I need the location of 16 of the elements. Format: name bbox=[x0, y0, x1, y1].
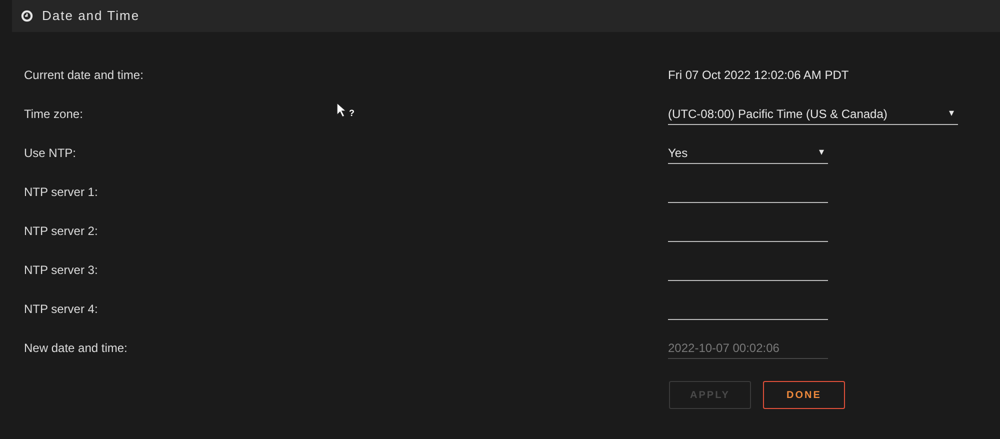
field-label: Use NTP: bbox=[24, 146, 76, 160]
pointer-icon bbox=[336, 102, 347, 118]
help-mark: ? bbox=[349, 109, 354, 118]
field-label: New date and time: bbox=[24, 341, 128, 355]
done-button[interactable]: DONE bbox=[763, 381, 845, 409]
section-title: Date and Time bbox=[42, 7, 140, 26]
dropdown[interactable]: Yes ▾ bbox=[668, 142, 828, 164]
field-label: Current date and time: bbox=[24, 68, 144, 82]
field-label: NTP server 2: bbox=[24, 224, 98, 238]
clock-icon bbox=[21, 10, 33, 22]
field-label: NTP server 3: bbox=[24, 263, 98, 277]
current-date-time: Fri 07 Oct 2022 12:02:06 AM PDT bbox=[668, 67, 849, 84]
field-label: NTP server 1: bbox=[24, 185, 98, 199]
field-label: NTP server 4: bbox=[24, 302, 98, 316]
dropdown[interactable]: (UTC-08:00) Pacific Time (US & Canada) ▾ bbox=[668, 103, 958, 125]
field-label: Time zone: bbox=[24, 107, 83, 121]
